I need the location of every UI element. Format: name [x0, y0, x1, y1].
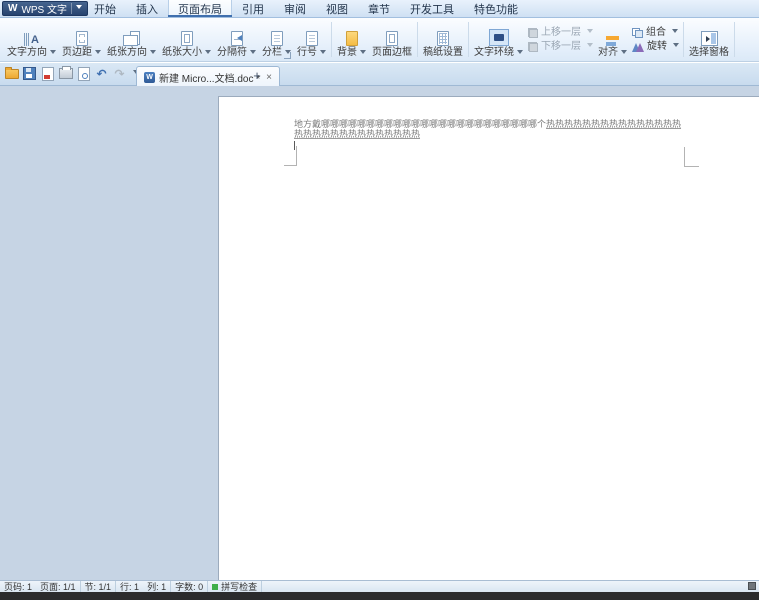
- document-canvas[interactable]: 地方戴哪哪哪哪哪哪哪哪哪哪哪哪哪哪哪哪哪哪哪哪哪哪哪哪个热热热热热热热热热热热热…: [0, 86, 759, 580]
- print-button[interactable]: [58, 66, 73, 81]
- undo-icon: ↶: [96, 66, 107, 81]
- ribbon-separator: [734, 22, 735, 57]
- margins-button[interactable]: 页边距: [59, 18, 104, 61]
- status-page-group[interactable]: 页码: 1 页面: 1/1: [0, 581, 81, 592]
- paper-orientation-button[interactable]: 纸张方向: [104, 18, 159, 61]
- printer-icon: [58, 66, 73, 79]
- menu-tab-page-layout[interactable]: 页面布局: [168, 0, 232, 17]
- page-border-button[interactable]: 页面边框: [369, 18, 415, 61]
- margin-mark-right-horizontal: [684, 166, 699, 167]
- align-icon: [606, 26, 619, 46]
- grid-paper-icon: [437, 26, 449, 46]
- selection-pane-button[interactable]: 选择窗格: [686, 18, 732, 61]
- taskbar-edge: [0, 592, 759, 600]
- send-backward-button[interactable]: 下移一层: [528, 41, 593, 52]
- close-tab-button[interactable]: ×: [266, 72, 272, 83]
- document-text: 地方戴哪哪哪哪哪哪哪哪哪哪哪哪哪哪哪哪哪哪哪哪哪哪哪哪个热热热热热热热热热热热热…: [294, 119, 694, 139]
- text-line-2: 热热热热热热热热热热热热热热: [294, 129, 421, 139]
- title-bar: W WPS 文字 开始 插入 页面布局 引用 审阅 视图 章节 开发工具 特色功…: [0, 0, 759, 18]
- margins-icon: [75, 26, 88, 46]
- wps-menu-button[interactable]: W WPS 文字: [2, 1, 89, 16]
- text-direction-button[interactable]: A 文字方向: [4, 18, 59, 61]
- background-button[interactable]: 背景: [334, 18, 369, 61]
- columns-icon: [270, 26, 283, 46]
- redo-button[interactable]: ↷: [112, 66, 127, 81]
- margin-mark-right-vertical: [684, 147, 685, 167]
- breaks-button[interactable]: 分隔符: [214, 18, 259, 61]
- menu-tab-strip: 开始 插入 页面布局 引用 审阅 视图 章节 开发工具 特色功能: [84, 0, 528, 17]
- save-icon: [23, 67, 36, 80]
- save-button[interactable]: [22, 66, 37, 81]
- document-tab-title: 新建 Micro...文档.doc *: [159, 73, 261, 85]
- ribbon-separator: [683, 22, 684, 57]
- menu-tab-section[interactable]: 章节: [358, 0, 400, 17]
- paper-size-button[interactable]: 纸张大小: [159, 18, 214, 61]
- selection-pane-icon: [700, 26, 718, 46]
- page[interactable]: 地方戴哪哪哪哪哪哪哪哪哪哪哪哪哪哪哪哪哪哪哪哪哪哪哪哪个热热热热热热热热热热热热…: [218, 96, 759, 580]
- preview-icon: [77, 66, 90, 81]
- wps-logo-icon: W: [8, 2, 18, 14]
- app-title: WPS 文字: [21, 5, 68, 16]
- ribbon-separator: [417, 22, 418, 57]
- statusbar-corner-icon[interactable]: [748, 582, 756, 590]
- rotate-button[interactable]: 旋转: [632, 41, 679, 52]
- paper-size-icon: [180, 26, 193, 46]
- bring-forward-icon: [528, 27, 538, 38]
- align-button[interactable]: 对齐: [595, 18, 630, 61]
- quick-access-toolbar: ↶ ↷: [4, 66, 139, 81]
- margin-mark-left-vertical: [296, 146, 297, 166]
- folder-icon: [4, 66, 19, 79]
- layer-buttons-column: 上移一层 下移一层: [526, 18, 595, 61]
- text-direction-icon: A: [24, 26, 39, 46]
- ribbon-separator: [331, 22, 332, 57]
- group-rotate-column: 组合 旋转: [630, 18, 681, 61]
- open-button[interactable]: [4, 66, 19, 81]
- menu-tab-references[interactable]: 引用: [232, 0, 274, 17]
- grid-paper-setup-button[interactable]: 稿纸设置: [420, 18, 466, 61]
- ribbon: A 文字方向 页边距 纸张方向 纸张大小 分隔符 分栏 行号 背景 页面边框 稿…: [0, 18, 759, 62]
- breaks-icon: [230, 26, 243, 46]
- send-backward-icon: [528, 41, 538, 52]
- bring-forward-button[interactable]: 上移一层: [528, 27, 593, 38]
- menu-tab-developer[interactable]: 开发工具: [400, 0, 464, 17]
- text-wrap-button[interactable]: 文字环绕: [471, 18, 526, 61]
- export-pdf-button[interactable]: [40, 66, 55, 81]
- group-icon: [632, 27, 643, 38]
- pdf-icon: [41, 66, 54, 81]
- background-icon: [345, 26, 358, 46]
- menu-tab-review[interactable]: 审阅: [274, 0, 316, 17]
- menu-tab-special-features[interactable]: 特色功能: [464, 0, 528, 17]
- new-tab-button[interactable]: +: [249, 67, 265, 83]
- rotate-icon: [632, 42, 644, 52]
- document-icon: W: [144, 71, 155, 83]
- status-line-column[interactable]: 行: 1 列: 1: [116, 581, 172, 592]
- line-numbers-button[interactable]: 行号: [294, 18, 329, 61]
- chevron-down-icon: [76, 5, 83, 12]
- dialog-launcher-icon[interactable]: [284, 52, 291, 59]
- status-spellcheck[interactable]: 拼写检查: [208, 581, 263, 592]
- paper-orientation-icon: [123, 26, 140, 46]
- redo-icon: ↷: [114, 66, 125, 81]
- status-section[interactable]: 节: 1/1: [81, 581, 117, 592]
- print-preview-button[interactable]: [76, 66, 91, 81]
- status-word-count[interactable]: 字数: 0: [171, 581, 209, 592]
- menu-tab-view[interactable]: 视图: [316, 0, 358, 17]
- ribbon-separator: [468, 22, 469, 57]
- menu-tab-insert[interactable]: 插入: [126, 0, 168, 17]
- line-numbers-icon: [305, 26, 318, 46]
- group-button[interactable]: 组合: [632, 27, 679, 38]
- undo-button[interactable]: ↶: [94, 66, 109, 81]
- menu-tab-home[interactable]: 开始: [84, 0, 126, 17]
- status-bar: 页码: 1 页面: 1/1 节: 1/1 行: 1 列: 1 字数: 0 拼写检…: [0, 580, 759, 592]
- document-tab-bar: ↶ ↷ W 新建 Micro...文档.doc * × +: [0, 63, 759, 87]
- page-border-icon: [386, 26, 398, 46]
- text-line-1: 地方戴哪哪哪哪哪哪哪哪哪哪哪哪哪哪哪哪哪哪哪哪哪哪哪哪个热热热热热热热热热热热热…: [294, 119, 682, 129]
- text-wrap-icon: [488, 26, 509, 46]
- text-cursor: [294, 141, 295, 150]
- spellcheck-status-icon: [212, 583, 219, 590]
- margin-mark-left-horizontal: [284, 165, 297, 166]
- divider: [71, 3, 73, 14]
